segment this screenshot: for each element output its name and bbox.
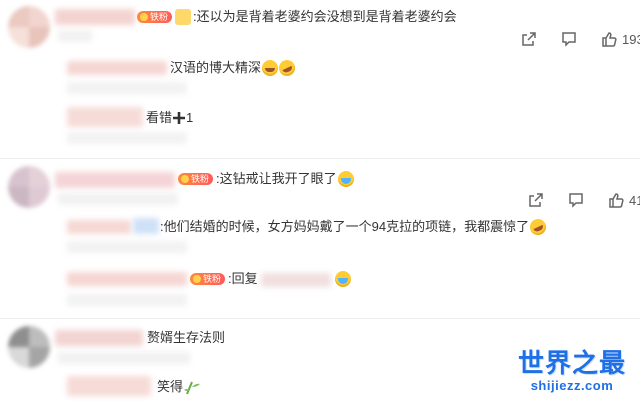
comment-button[interactable] [560,30,582,48]
watermark-title: 世界之最 [517,349,626,379]
username-redacted[interactable] [55,172,175,188]
reply-username-redacted[interactable] [133,218,159,234]
reply-body: 铁粉:回复 [190,270,351,288]
meta-redacted [58,193,178,205]
avatar[interactable] [8,166,50,208]
laughing-emoji-icon [527,215,549,238]
like-button[interactable]: 193 [600,30,640,48]
watermark: 世界之最 shijiezz.com [518,350,626,393]
meta-redacted [58,352,190,364]
reply-body: 笑得 [157,379,201,396]
comment-icon [569,193,583,208]
laughing-emoji-icon [262,59,279,76]
comment-text: 赘婿生存法则 [147,330,226,345]
reply-meta-redacted [67,294,187,306]
reply-target-redacted[interactable] [260,272,331,287]
doge-emoji-icon [175,8,192,25]
reply-meta-redacted [67,132,187,144]
comment-body: 赘婿生存法则 [147,330,225,346]
reply-text: 笑得 [157,379,184,394]
comment-body: 铁粉 :还以为是背着老婆约会没想到是背着老婆约会 [137,8,457,26]
share-icon [529,193,543,207]
fan-badge: 铁粉 [137,10,173,23]
reply-more-count: 1 [186,110,194,125]
reply-username-redacted[interactable] [67,272,187,286]
meta-redacted [58,30,92,42]
comment-body: 铁粉:这钻戒让我开了眼了 [178,170,354,188]
thumbs-up-icon [602,32,617,47]
avatar[interactable] [8,6,50,48]
bamboo-emoji-icon [183,379,201,395]
share-icon [522,32,536,46]
reply-body: :他们结婚的时候，女方妈妈戴了一个94克拉的项链，我都震惊了 [160,215,549,238]
reply-meta-redacted [67,241,187,253]
comment-text: :还以为是背着老婆约会没想到是背着老婆约会 [193,9,457,24]
reply-text: :回复 [228,271,258,286]
divider [0,158,640,159]
fan-badge: 铁粉 [190,272,226,285]
comment-actions: 193 [520,30,640,48]
thumbs-up-icon [609,193,624,208]
reply-body: 汉语的博大精深 [170,56,298,79]
reply-text: :他们结婚的时候，女方妈妈戴了一个94克拉的项链，我都震惊了 [160,219,530,234]
like-count: 193 [622,31,640,47]
laughing-emoji-icon [276,56,298,79]
reply-meta-redacted [67,82,187,94]
reply-body: 看错 1 [146,110,193,126]
divider [0,318,640,319]
crying-emoji-icon [337,170,354,187]
avatar[interactable] [8,326,50,368]
share-button[interactable] [520,30,542,48]
comment-actions: 41 [527,191,640,209]
reply-username-redacted[interactable] [67,61,167,75]
share-button[interactable] [527,191,549,209]
like-count: 41 [629,192,640,208]
username-redacted[interactable] [55,330,143,346]
comment-icon [562,32,576,47]
reply-text: 看错 [146,110,173,125]
reply-username-redacted[interactable] [67,220,131,234]
comment-button[interactable] [567,191,589,209]
fan-badge: 铁粉 [178,172,214,185]
comment-text: :这钻戒让我开了眼了 [216,171,337,186]
crying-emoji-icon [334,270,351,287]
watermark-url: shijiezz.com [530,378,614,393]
username-redacted[interactable] [55,9,135,25]
reply-text: 汉语的博大精深 [170,60,262,75]
like-button[interactable]: 41 [607,191,640,209]
plus-icon [172,111,186,125]
reply-username-redacted[interactable] [67,376,151,396]
reply-username-redacted[interactable] [67,107,143,127]
